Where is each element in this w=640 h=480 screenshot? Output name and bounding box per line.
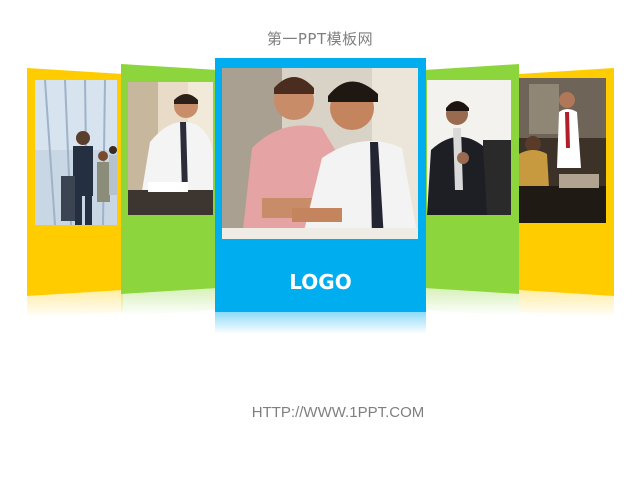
photo-office-meeting: [519, 78, 606, 223]
logo-label: LOGO: [289, 270, 352, 294]
website-url: HTTP://WWW.1PPT.COM: [251, 404, 425, 421]
photo-business-group: [35, 80, 117, 225]
photo-man-writing: [128, 82, 213, 215]
photo-man-thinking: [427, 80, 511, 215]
photo-two-men-discussing: [222, 68, 418, 239]
